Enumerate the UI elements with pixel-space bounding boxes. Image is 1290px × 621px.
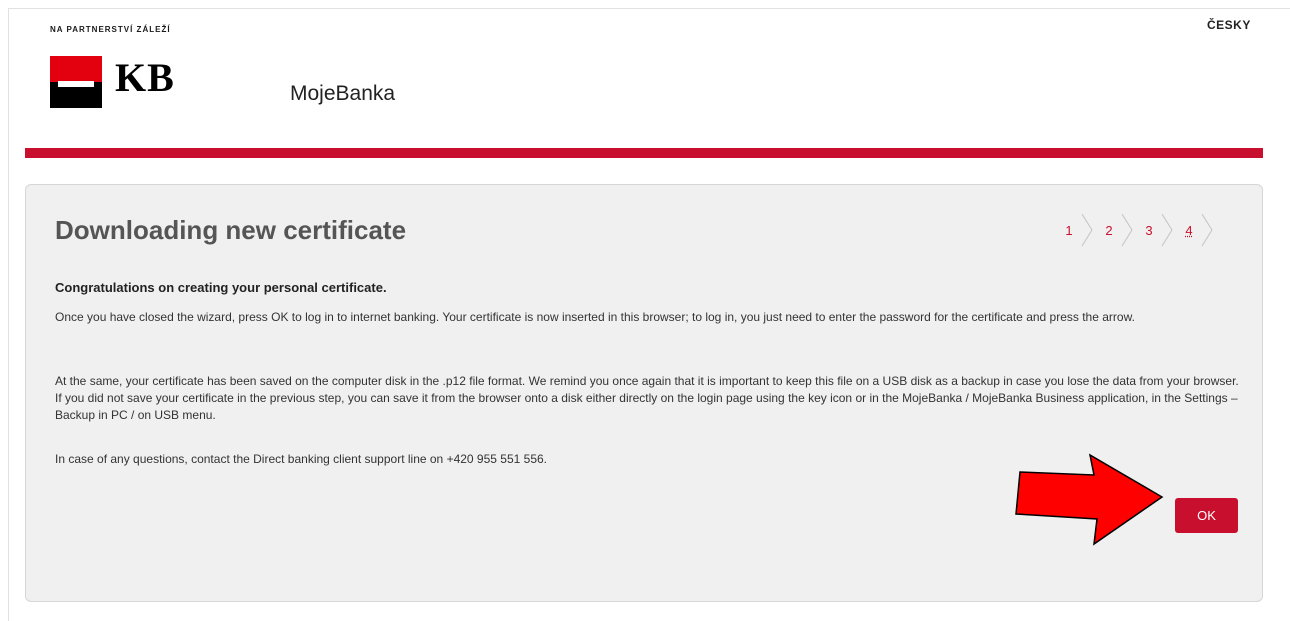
chevron-right-icon [1081,213,1093,247]
chevron-right-icon [1121,213,1133,247]
red-arrow-icon [1015,453,1164,546]
logo-red-block [50,56,102,82]
kb-logo-icon [50,56,102,108]
page-title: Downloading new certificate [55,215,407,245]
header-divider-stripe [25,148,1263,158]
wizard-step-2: 2 [1101,213,1141,247]
paragraph-backup-info: At the same, your certificate has been s… [55,374,1239,422]
tagline: NA PARTNERSTVÍ ZÁLEŽÍ [50,25,171,34]
ok-button[interactable]: OK [1175,498,1238,533]
wizard-step-3: 3 [1141,213,1181,247]
app-name: MojeBanka [290,82,396,105]
step-number: 2 [1105,222,1113,238]
lead-text: Congratulations on creating your persona… [55,280,387,295]
step-number: 3 [1145,222,1153,238]
chevron-right-icon [1161,213,1173,247]
wizard-step-4: 4 [1181,213,1221,247]
step-number: 1 [1065,222,1073,238]
paragraph-login-info: Once you have closed the wizard, press O… [55,310,1135,324]
language-switch-link[interactable]: ČESKY [1207,18,1251,32]
logo-white-bar [58,81,94,87]
frame-border-top [8,8,1290,9]
frame-border-left [8,8,9,621]
logo-text: KB [115,55,175,100]
chevron-right-icon [1201,213,1213,247]
wizard-step-1: 1 [1061,213,1101,247]
wizard-steps: 1 2 3 4 [1061,213,1221,247]
step-number-active: 4 [1185,222,1193,238]
